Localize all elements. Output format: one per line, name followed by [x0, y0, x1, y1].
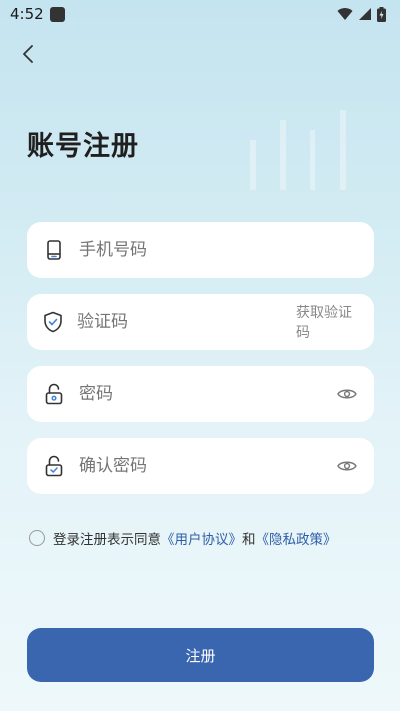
agreement-conjunction: 和 [242, 532, 256, 548]
agreement-radio[interactable] [29, 530, 45, 546]
cellular-signal-icon [359, 8, 371, 20]
get-code-button[interactable]: 获取验证码 [296, 302, 358, 342]
wifi-icon [337, 8, 353, 20]
agreement-row: 登录注册表示同意 《用户协议》 和 《隐私政策》 [29, 528, 337, 548]
chevron-left-icon [23, 45, 33, 63]
back-button[interactable] [14, 40, 42, 68]
eye-icon[interactable] [336, 455, 358, 477]
lock-icon [43, 383, 65, 405]
lock-check-icon [43, 455, 65, 477]
phone-icon [43, 239, 65, 261]
battery-charging-icon [377, 6, 386, 22]
eye-icon[interactable] [336, 383, 358, 405]
status-right [337, 6, 386, 22]
shield-check-icon [43, 311, 63, 333]
verification-code-field[interactable]: 获取验证码 [27, 294, 374, 350]
status-time: 4:52 [10, 5, 44, 23]
agreement-prefix: 登录注册表示同意 [53, 532, 161, 548]
status-left: 4:52 [10, 5, 65, 23]
status-bar: 4:52 [0, 0, 400, 28]
privacy-policy-link[interactable]: 《隐私政策》 [256, 528, 337, 548]
phone-input[interactable] [79, 240, 358, 260]
confirm-password-field[interactable] [27, 438, 374, 494]
verification-code-input[interactable] [77, 312, 296, 332]
user-agreement-link[interactable]: 《用户协议》 [161, 528, 242, 548]
notification-square-icon [49, 6, 65, 22]
password-input[interactable] [79, 384, 336, 404]
password-field[interactable] [27, 366, 374, 422]
confirm-password-input[interactable] [79, 456, 336, 476]
phone-field[interactable] [27, 222, 374, 278]
register-button[interactable]: 注册 [27, 628, 374, 682]
page-title: 账号注册 [27, 131, 139, 162]
background-decoration [250, 110, 346, 190]
